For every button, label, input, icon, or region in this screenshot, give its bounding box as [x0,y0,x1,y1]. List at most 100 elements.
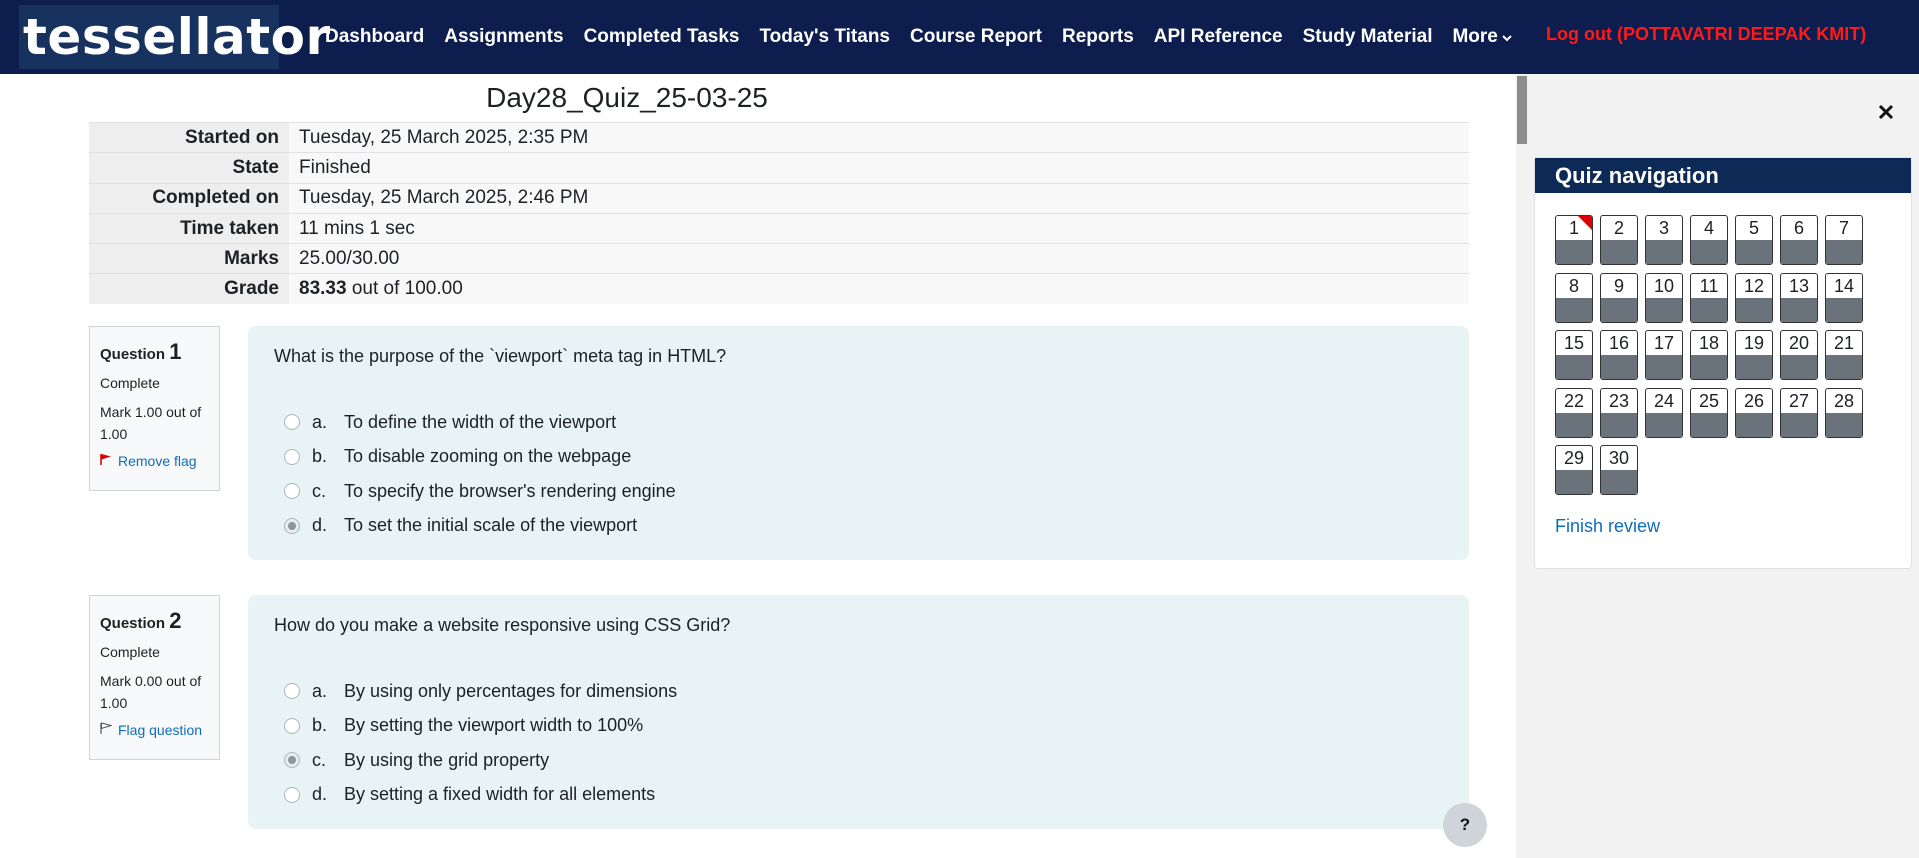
answer-text: To set the initial scale of the viewport [344,515,638,536]
question-text: How do you make a website responsive usi… [274,615,731,635]
radio-button[interactable] [284,717,300,734]
quiz-nav-button[interactable]: 20 [1780,330,1818,380]
quiz-nav-button[interactable]: 19 [1735,330,1773,380]
nav-item-dashboard[interactable]: Dashboard [325,26,424,48]
logout-link[interactable]: Log out (POTTAVATRI DEEPAK KMIT) [1546,24,1866,45]
quiz-navigation-title: Quiz navigation [1535,158,1911,193]
answered-indicator [1601,412,1637,437]
quiz-nav-button[interactable]: 23 [1600,387,1638,438]
quiz-nav-button[interactable]: 2 [1600,215,1638,265]
nav-item-study-material[interactable]: Study Material [1303,26,1433,48]
nav-item-reports[interactable]: Reports [1062,26,1134,48]
answer-text: To specify the browser's rendering engin… [344,480,676,501]
answered-indicator [1646,297,1682,322]
radio-button[interactable] [284,683,300,700]
radio-button[interactable] [284,786,300,803]
summary-row-time: Time taken 11 mins 1 sec [89,213,1469,244]
quiz-nav-button[interactable]: 5 [1735,215,1773,265]
answered-indicator [1646,412,1682,437]
nav-item-completed-tasks[interactable]: Completed Tasks [584,26,740,48]
quiz-nav-button-number: 18 [1698,333,1720,353]
quiz-nav-button[interactable]: 3 [1645,215,1683,265]
quiz-nav-button[interactable]: 8 [1555,272,1593,323]
scrollbar-track[interactable] [1516,74,1528,858]
nav-item-course-report[interactable]: Course Report [910,26,1042,48]
quiz-nav-button[interactable]: 17 [1645,330,1683,380]
quiz-nav-button[interactable]: 10 [1645,272,1683,323]
radio-button[interactable] [284,414,300,431]
quiz-nav-button[interactable]: 27 [1780,387,1818,438]
quiz-nav-button[interactable]: 30 [1600,445,1638,495]
nav-item-assignments[interactable]: Assignments [444,26,563,48]
help-button[interactable]: ? [1443,803,1487,847]
quiz-nav-button[interactable]: 25 [1690,387,1728,438]
quiz-nav-button-number: 12 [1743,275,1765,296]
quiz-nav-button-number: 11 [1699,275,1719,296]
answered-indicator [1601,470,1637,494]
quiz-nav-button[interactable]: 1 [1555,215,1593,265]
nav-item-todays-titans[interactable]: Today's Titans [759,26,890,48]
nav-item-api-reference[interactable]: API Reference [1154,26,1283,48]
brand-logo[interactable]: tessellator [19,5,330,69]
quiz-nav-button[interactable]: 24 [1645,387,1683,438]
quiz-nav-button[interactable]: 13 [1780,272,1818,323]
scrollbar-thumb[interactable] [1517,76,1527,144]
summary-row-grade: Grade 83.33 out of 100.00 [89,273,1469,305]
quiz-nav-button[interactable]: 26 [1735,387,1773,438]
finish-review-link[interactable]: Finish review [1555,516,1660,537]
quiz-nav-button-number: 21 [1833,333,1855,353]
top-navbar: tessellator Dashboard Assignments Comple… [0,0,1919,74]
answer-option-a[interactable]: a. By using only percentages for dimensio… [274,674,1443,709]
quiz-nav-button[interactable]: 21 [1825,330,1863,380]
quiz-nav-button[interactable]: 12 [1735,272,1773,323]
nav-more-dropdown[interactable]: More [1452,26,1512,48]
radio-button-selected[interactable] [284,752,300,769]
answered-indicator [1736,240,1772,264]
summary-row-state: State Finished [89,152,1469,184]
grade-value: 83.33 [299,278,347,300]
radio-button[interactable] [284,483,300,500]
flag-marker-icon [1578,216,1592,230]
question-number: Question 1 [100,339,182,364]
answered-indicator [1736,297,1772,322]
answered-indicator [1826,297,1862,322]
quiz-nav-button[interactable]: 16 [1600,330,1638,380]
quiz-nav-button-number: 23 [1608,390,1630,411]
radio-button[interactable] [284,448,300,465]
answered-indicator [1556,355,1592,379]
answer-option-c[interactable]: c. By using the grid property [274,743,1443,778]
quiz-nav-button[interactable]: 4 [1690,215,1728,265]
quiz-nav-button[interactable]: 18 [1690,330,1728,380]
quiz-nav-button-number: 30 [1608,448,1630,468]
nav-more-label: More [1452,26,1498,47]
quiz-nav-button[interactable]: 6 [1780,215,1818,265]
close-icon[interactable] [1878,100,1894,126]
answer-option-b[interactable]: b. By setting the viewport width to 100% [274,709,1443,744]
quiz-nav-button[interactable]: 22 [1555,387,1593,438]
answered-indicator [1691,240,1727,264]
remove-flag-link[interactable]: Remove flag [100,453,209,469]
quiz-nav-button[interactable]: 7 [1825,215,1863,265]
answer-option-d[interactable]: d. To set the initial scale of the viewpo… [274,509,1443,544]
radio-button-selected[interactable] [284,517,300,534]
quiz-nav-button[interactable]: 9 [1600,272,1638,323]
answer-option-a[interactable]: a. To define the width of the viewport [274,405,1443,440]
quiz-nav-button[interactable]: 15 [1555,330,1593,380]
quiz-nav-button-number: 7 [1838,218,1849,238]
quiz-nav-button[interactable]: 28 [1825,387,1863,438]
flag-filled-icon [100,453,112,469]
answered-indicator [1781,297,1817,322]
quiz-nav-button-number: 14 [1833,275,1855,296]
question-info-1: Question 1 Complete Mark 1.00 out of 1.0… [89,326,220,491]
quiz-nav-button-number: 9 [1613,275,1624,296]
answer-option-c[interactable]: c. To specify the browser's rendering eng… [274,474,1443,509]
quiz-nav-button[interactable]: 14 [1825,272,1863,323]
flag-question-link[interactable]: Flag question [100,722,209,738]
quiz-nav-button-number: 26 [1743,390,1765,411]
quiz-nav-button[interactable]: 11 [1690,272,1728,323]
answer-option-b[interactable]: b. To disable zooming on the webpage [274,440,1443,475]
answer-option-d[interactable]: d. By setting a fixed width for all eleme… [274,778,1443,813]
quiz-nav-button[interactable]: 29 [1555,445,1593,495]
answered-indicator [1691,297,1727,322]
answered-indicator [1736,412,1772,437]
